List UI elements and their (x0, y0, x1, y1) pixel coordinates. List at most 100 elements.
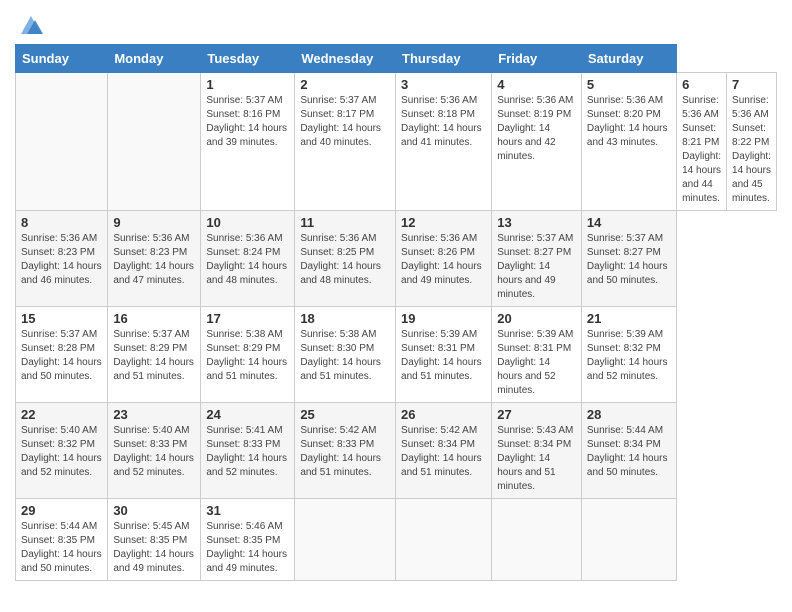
calendar-cell: 24 Sunrise: 5:41 AMSunset: 8:33 PMDayligh… (201, 403, 295, 499)
logo-icon (17, 10, 45, 38)
day-detail: Sunrise: 5:43 AMSunset: 8:34 PMDaylight:… (497, 424, 576, 494)
weekday-header-saturday: Saturday (581, 45, 676, 73)
calendar-cell (492, 499, 582, 581)
calendar-cell: 26 Sunrise: 5:42 AMSunset: 8:34 PMDayligh… (396, 403, 492, 499)
day-detail: Sunrise: 5:42 AMSunset: 8:34 PMDaylight:… (401, 424, 486, 480)
day-detail: Sunrise: 5:39 AMSunset: 8:32 PMDaylight:… (587, 328, 671, 384)
day-detail: Sunrise: 5:38 AMSunset: 8:30 PMDaylight:… (300, 328, 390, 384)
day-number: 25 (300, 407, 390, 422)
calendar-cell: 15Sunrise: 5:37 AMSunset: 8:28 PMDayligh… (16, 307, 108, 403)
day-detail: Sunrise: 5:36 AMSunset: 8:19 PMDaylight:… (497, 94, 576, 164)
calendar-cell: 14 Sunrise: 5:37 AMSunset: 8:27 PMDayligh… (581, 211, 676, 307)
day-number: 8 (21, 215, 102, 230)
calendar-cell: 2 Sunrise: 5:37 AMSunset: 8:17 PMDaylight… (295, 73, 396, 211)
day-detail: Sunrise: 5:46 AMSunset: 8:35 PMDaylight:… (206, 520, 289, 576)
day-detail: Sunrise: 5:39 AMSunset: 8:31 PMDaylight:… (497, 328, 576, 398)
weekday-header-wednesday: Wednesday (295, 45, 396, 73)
calendar-cell: 5 Sunrise: 5:36 AMSunset: 8:20 PMDaylight… (581, 73, 676, 211)
calendar-cell: 21 Sunrise: 5:39 AMSunset: 8:32 PMDayligh… (581, 307, 676, 403)
day-number: 3 (401, 77, 486, 92)
day-detail: Sunrise: 5:37 AMSunset: 8:29 PMDaylight:… (113, 328, 195, 384)
day-number: 18 (300, 311, 390, 326)
calendar-cell: 23 Sunrise: 5:40 AMSunset: 8:33 PMDayligh… (108, 403, 201, 499)
weekday-header-sunday: Sunday (16, 45, 108, 73)
day-number: 26 (401, 407, 486, 422)
day-detail: Sunrise: 5:36 AMSunset: 8:24 PMDaylight:… (206, 232, 289, 288)
day-detail: Sunrise: 5:36 AMSunset: 8:26 PMDaylight:… (401, 232, 486, 288)
calendar-cell: 1 Sunrise: 5:37 AMSunset: 8:16 PMDaylight… (201, 73, 295, 211)
day-number: 24 (206, 407, 289, 422)
calendar-cell: 4Sunrise: 5:36 AMSunset: 8:19 PMDaylight… (492, 73, 582, 211)
calendar-cell: 17Sunrise: 5:38 AMSunset: 8:29 PMDayligh… (201, 307, 295, 403)
calendar-table: SundayMondayTuesdayWednesdayThursdayFrid… (15, 44, 777, 581)
day-number: 7 (732, 77, 771, 92)
day-detail: Sunrise: 5:42 AMSunset: 8:33 PMDaylight:… (300, 424, 390, 480)
calendar-cell: 20 Sunrise: 5:39 AMSunset: 8:31 PMDayligh… (492, 307, 582, 403)
calendar-cell (581, 499, 676, 581)
calendar-cell: 12 Sunrise: 5:36 AMSunset: 8:26 PMDayligh… (396, 211, 492, 307)
calendar-cell: 3 Sunrise: 5:36 AMSunset: 8:18 PMDaylight… (396, 73, 492, 211)
weekday-header-thursday: Thursday (396, 45, 492, 73)
day-detail: Sunrise: 5:44 AMSunset: 8:34 PMDaylight:… (587, 424, 671, 480)
calendar-cell: 27 Sunrise: 5:43 AMSunset: 8:34 PMDayligh… (492, 403, 582, 499)
day-detail: Sunrise: 5:36 AMSunset: 8:20 PMDaylight:… (587, 94, 671, 150)
calendar-cell: 7 Sunrise: 5:36 AMSunset: 8:22 PMDaylight… (727, 73, 777, 211)
header (15, 10, 777, 38)
day-number: 9 (113, 215, 195, 230)
weekday-header-friday: Friday (492, 45, 582, 73)
day-number: 23 (113, 407, 195, 422)
day-detail: Sunrise: 5:38 AMSunset: 8:29 PMDaylight:… (206, 328, 289, 384)
day-detail: Sunrise: 5:37 AMSunset: 8:16 PMDaylight:… (206, 94, 289, 150)
day-number: 29 (21, 503, 102, 518)
day-number: 28 (587, 407, 671, 422)
day-detail: Sunrise: 5:36 AMSunset: 8:23 PMDaylight:… (21, 232, 102, 288)
day-number: 5 (587, 77, 671, 92)
day-detail: Sunrise: 5:37 AMSunset: 8:27 PMDaylight:… (587, 232, 671, 288)
day-number: 2 (300, 77, 390, 92)
day-detail: Sunrise: 5:36 AMSunset: 8:21 PMDaylight:… (682, 94, 721, 206)
calendar-cell (295, 499, 396, 581)
logo (15, 10, 45, 38)
day-number: 22 (21, 407, 102, 422)
day-detail: Sunrise: 5:44 AMSunset: 8:35 PMDaylight:… (21, 520, 102, 576)
day-number: 20 (497, 311, 576, 326)
day-detail: Sunrise: 5:39 AMSunset: 8:31 PMDaylight:… (401, 328, 486, 384)
weekday-header-monday: Monday (108, 45, 201, 73)
calendar-cell (108, 73, 201, 211)
day-number: 1 (206, 77, 289, 92)
day-number: 30 (113, 503, 195, 518)
calendar-cell: 19 Sunrise: 5:39 AMSunset: 8:31 PMDayligh… (396, 307, 492, 403)
day-detail: Sunrise: 5:36 AMSunset: 8:18 PMDaylight:… (401, 94, 486, 150)
day-detail: Sunrise: 5:41 AMSunset: 8:33 PMDaylight:… (206, 424, 289, 480)
calendar-cell: 31 Sunrise: 5:46 AMSunset: 8:35 PMDayligh… (201, 499, 295, 581)
calendar-cell: 13 Sunrise: 5:37 AMSunset: 8:27 PMDayligh… (492, 211, 582, 307)
calendar-cell: 9 Sunrise: 5:36 AMSunset: 8:23 PMDaylight… (108, 211, 201, 307)
day-number: 12 (401, 215, 486, 230)
day-number: 13 (497, 215, 576, 230)
day-detail: Sunrise: 5:40 AMSunset: 8:33 PMDaylight:… (113, 424, 195, 480)
day-number: 21 (587, 311, 671, 326)
day-number: 11 (300, 215, 390, 230)
calendar-cell: 22 Sunrise: 5:40 AMSunset: 8:32 PMDayligh… (16, 403, 108, 499)
day-detail: Sunrise: 5:45 AMSunset: 8:35 PMDaylight:… (113, 520, 195, 576)
day-detail: Sunrise: 5:37 AMSunset: 8:28 PMDaylight:… (21, 328, 102, 384)
calendar-cell: 8 Sunrise: 5:36 AMSunset: 8:23 PMDaylight… (16, 211, 108, 307)
day-number: 19 (401, 311, 486, 326)
day-number: 27 (497, 407, 576, 422)
day-detail: Sunrise: 5:36 AMSunset: 8:23 PMDaylight:… (113, 232, 195, 288)
calendar-cell: 28 Sunrise: 5:44 AMSunset: 8:34 PMDayligh… (581, 403, 676, 499)
calendar-cell (396, 499, 492, 581)
calendar-cell (16, 73, 108, 211)
day-detail: Sunrise: 5:36 AMSunset: 8:22 PMDaylight:… (732, 94, 771, 206)
day-detail: Sunrise: 5:36 AMSunset: 8:25 PMDaylight:… (300, 232, 390, 288)
day-detail: Sunrise: 5:40 AMSunset: 8:32 PMDaylight:… (21, 424, 102, 480)
calendar-cell: 29 Sunrise: 5:44 AMSunset: 8:35 PMDayligh… (16, 499, 108, 581)
calendar-cell: 18 Sunrise: 5:38 AMSunset: 8:30 PMDayligh… (295, 307, 396, 403)
calendar-cell: 30 Sunrise: 5:45 AMSunset: 8:35 PMDayligh… (108, 499, 201, 581)
day-detail: Sunrise: 5:37 AMSunset: 8:27 PMDaylight:… (497, 232, 576, 302)
day-number: 14 (587, 215, 671, 230)
calendar-cell: 10Sunrise: 5:36 AMSunset: 8:24 PMDayligh… (201, 211, 295, 307)
calendar-cell: 25 Sunrise: 5:42 AMSunset: 8:33 PMDayligh… (295, 403, 396, 499)
day-number: 31 (206, 503, 289, 518)
day-detail: Sunrise: 5:37 AMSunset: 8:17 PMDaylight:… (300, 94, 390, 150)
